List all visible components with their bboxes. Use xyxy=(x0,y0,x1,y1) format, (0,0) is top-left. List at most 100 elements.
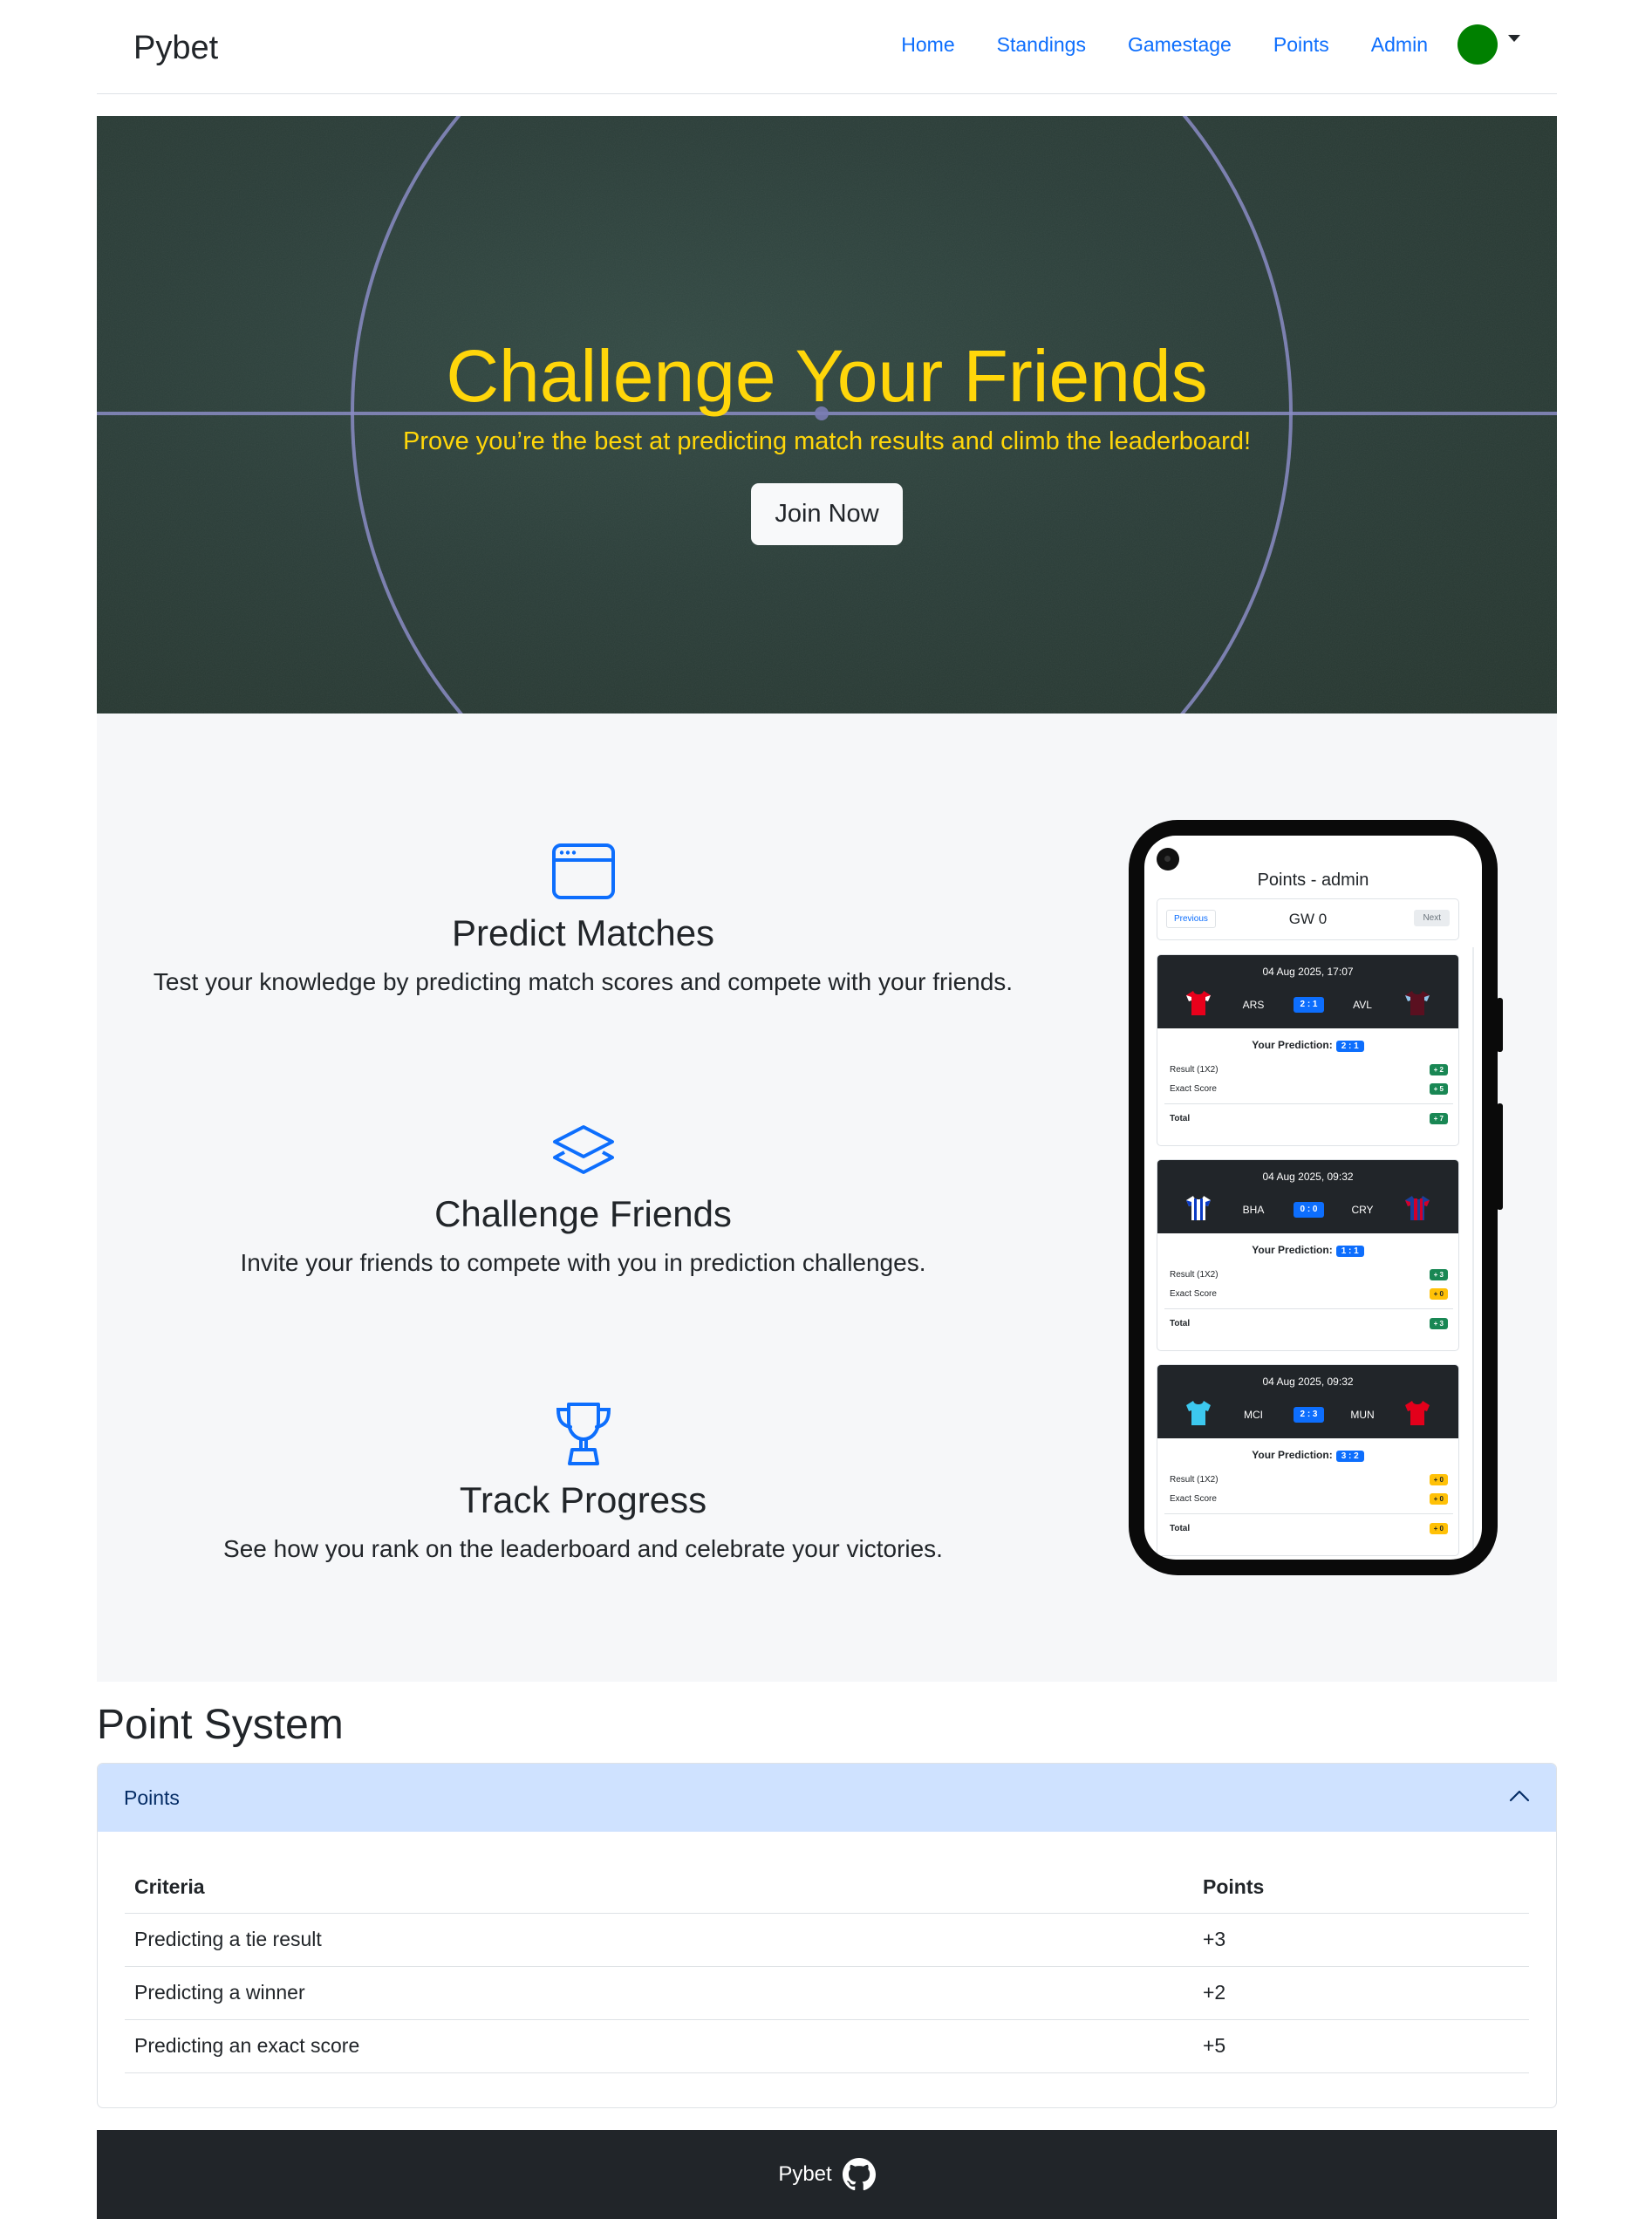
feature-description: See how you rank on the leaderboard and … xyxy=(223,1535,943,1562)
table-header-row: Criteria Points xyxy=(125,1861,1529,1914)
shirt-icon xyxy=(1186,991,1211,1015)
total-points-badge: + 0 xyxy=(1429,1523,1448,1534)
points-cell: +3 xyxy=(1193,1913,1529,1967)
total-points-badge: + 3 xyxy=(1429,1318,1448,1329)
result-points-badge: + 2 xyxy=(1429,1064,1448,1075)
match-header: 04 Aug 2025, 09:32 BHA 0 : 0 CRY xyxy=(1157,1160,1458,1233)
feature-description: Invite your friends to compete with you … xyxy=(240,1249,926,1276)
feature-predict-matches: Predict Matches Test your knowledge by p… xyxy=(97,843,1069,996)
points-cell: +5 xyxy=(1193,2019,1529,2073)
trophy-icon xyxy=(556,1403,611,1465)
navbar: Pybet Home Standings Gamestage Points Ad… xyxy=(97,0,1557,94)
accordion-header[interactable]: Points xyxy=(98,1764,1556,1832)
shirt-icon xyxy=(1186,1196,1211,1220)
nav-link-standings[interactable]: Standings xyxy=(997,33,1086,57)
feature-title: Challenge Friends xyxy=(434,1193,732,1234)
nav-links: Home Standings Gamestage Points Admin xyxy=(859,24,1520,65)
exact-points-badge: + 5 xyxy=(1429,1083,1448,1095)
exact-points-badge: + 0 xyxy=(1429,1493,1448,1505)
shirt-icon xyxy=(1186,1401,1211,1425)
chevron-up-icon[interactable] xyxy=(1509,1788,1530,1804)
away-team: CRY xyxy=(1351,1204,1374,1216)
prediction-badge: 1 : 1 xyxy=(1335,1246,1364,1257)
criteria-cell: Predicting an exact score xyxy=(125,2019,1193,2073)
result-label: Result (1X2) xyxy=(1170,1065,1219,1075)
total-row: Total + 0 xyxy=(1170,1523,1448,1534)
exact-label: Exact Score xyxy=(1170,1494,1217,1504)
camera-icon xyxy=(1157,848,1179,871)
match-card: 04 Aug 2025, 17:07 ARS 2 : 1 AVL Your Pr… xyxy=(1157,954,1459,1146)
gameweek-nav: Previous GW 0 Next xyxy=(1157,898,1459,940)
feature-title: Track Progress xyxy=(459,1479,707,1520)
your-prediction-label: Your Prediction: xyxy=(1252,1449,1333,1461)
features-section: Predict Matches Test your knowledge by p… xyxy=(97,713,1557,1682)
shirt-icon xyxy=(1405,991,1430,1015)
shirt-icon xyxy=(1405,1401,1430,1425)
chevron-down-icon[interactable] xyxy=(1508,35,1520,42)
accordion-label: Points xyxy=(124,1786,180,1809)
table-row: Predicting a tie result +3 xyxy=(125,1913,1529,1967)
your-prediction-label: Your Prediction: xyxy=(1252,1039,1333,1051)
hero-subtitle: Prove you’re the best at predicting matc… xyxy=(402,427,1252,455)
join-now-button[interactable]: Join Now xyxy=(751,483,903,545)
total-points-badge: + 7 xyxy=(1429,1113,1448,1124)
home-team: ARS xyxy=(1242,999,1265,1011)
result-points-badge: + 0 xyxy=(1429,1474,1448,1485)
shirt-icon xyxy=(1405,1196,1430,1220)
exact-label: Exact Score xyxy=(1170,1289,1217,1299)
github-icon[interactable] xyxy=(842,2158,876,2191)
column-header-criteria: Criteria xyxy=(125,1861,1193,1914)
home-team: BHA xyxy=(1242,1204,1265,1216)
criteria-cell: Predicting a winner xyxy=(125,1966,1193,2020)
feature-title: Predict Matches xyxy=(451,912,715,953)
user-avatar[interactable] xyxy=(1457,24,1498,65)
points-cell: +2 xyxy=(1193,1966,1529,2020)
column-header-points: Points xyxy=(1193,1861,1529,1914)
footer-content: Pybet xyxy=(97,2158,1557,2191)
criteria-cell: Predicting a tie result xyxy=(125,1913,1193,1967)
away-team: AVL xyxy=(1353,999,1372,1011)
table-row: Predicting an exact score +5 xyxy=(125,2019,1529,2073)
match-date: 04 Aug 2025, 09:32 xyxy=(1262,1376,1354,1388)
result-row: Result (1X2) + 2 xyxy=(1170,1064,1448,1075)
your-prediction: Your Prediction: 2 : 1 xyxy=(1157,1039,1458,1052)
browser-window-icon xyxy=(551,843,615,899)
phone-screen: Points - admin Previous GW 0 Next 04 Aug… xyxy=(1144,836,1482,1560)
phone-side-button xyxy=(1497,1103,1503,1210)
away-team: MUN xyxy=(1350,1409,1375,1421)
result-label: Result (1X2) xyxy=(1170,1270,1219,1280)
prediction-badge: 3 : 2 xyxy=(1335,1451,1364,1462)
total-label: Total xyxy=(1170,1114,1191,1123)
match-date: 04 Aug 2025, 09:32 xyxy=(1262,1171,1354,1183)
match-header: 04 Aug 2025, 09:32 MCI 2 : 3 MUN xyxy=(1157,1365,1458,1438)
nav-link-home[interactable]: Home xyxy=(901,33,954,57)
footer: Pybet xyxy=(97,2130,1557,2219)
points-accordion: Points Criteria Points Predicting a tie … xyxy=(97,1763,1557,2108)
total-row: Total + 7 xyxy=(1170,1113,1448,1124)
nav-link-points[interactable]: Points xyxy=(1273,33,1329,57)
feature-description: Test your knowledge by predicting match … xyxy=(153,968,1014,995)
phone-mockup: Points - admin Previous GW 0 Next 04 Aug… xyxy=(1129,820,1503,1575)
match-score-badge: 2 : 1 xyxy=(1294,997,1324,1013)
divider xyxy=(1164,1513,1453,1514)
brand-logo[interactable]: Pybet xyxy=(133,30,218,67)
result-row: Result (1X2) + 0 xyxy=(1170,1474,1448,1485)
footer-brand: Pybet xyxy=(778,2162,832,2186)
match-card: 04 Aug 2025, 09:32 BHA 0 : 0 CRY Your Pr… xyxy=(1157,1159,1459,1351)
screen-title: Points - admin xyxy=(1257,871,1369,890)
nav-link-gamestage[interactable]: Gamestage xyxy=(1128,33,1232,57)
nav-link-admin[interactable]: Admin xyxy=(1371,33,1428,57)
hero-banner: Challenge Your Friends Prove you’re the … xyxy=(97,116,1557,713)
your-prediction: Your Prediction: 3 : 2 xyxy=(1157,1449,1458,1462)
match-card: 04 Aug 2025, 09:32 MCI 2 : 3 MUN Your Pr… xyxy=(1157,1364,1459,1556)
hero-title: Challenge Your Friends xyxy=(446,335,1208,417)
exact-points-badge: + 0 xyxy=(1429,1288,1448,1300)
divider xyxy=(1164,1308,1453,1309)
prediction-badge: 2 : 1 xyxy=(1335,1041,1364,1052)
your-prediction: Your Prediction: 1 : 1 xyxy=(1157,1244,1458,1257)
point-system-title: Point System xyxy=(97,1702,344,1748)
match-score-badge: 2 : 3 xyxy=(1294,1407,1324,1423)
table-row: Predicting a winner +2 xyxy=(125,1966,1529,2020)
scrollbar-track xyxy=(1472,947,1474,1553)
next-button[interactable]: Next xyxy=(1414,910,1450,926)
